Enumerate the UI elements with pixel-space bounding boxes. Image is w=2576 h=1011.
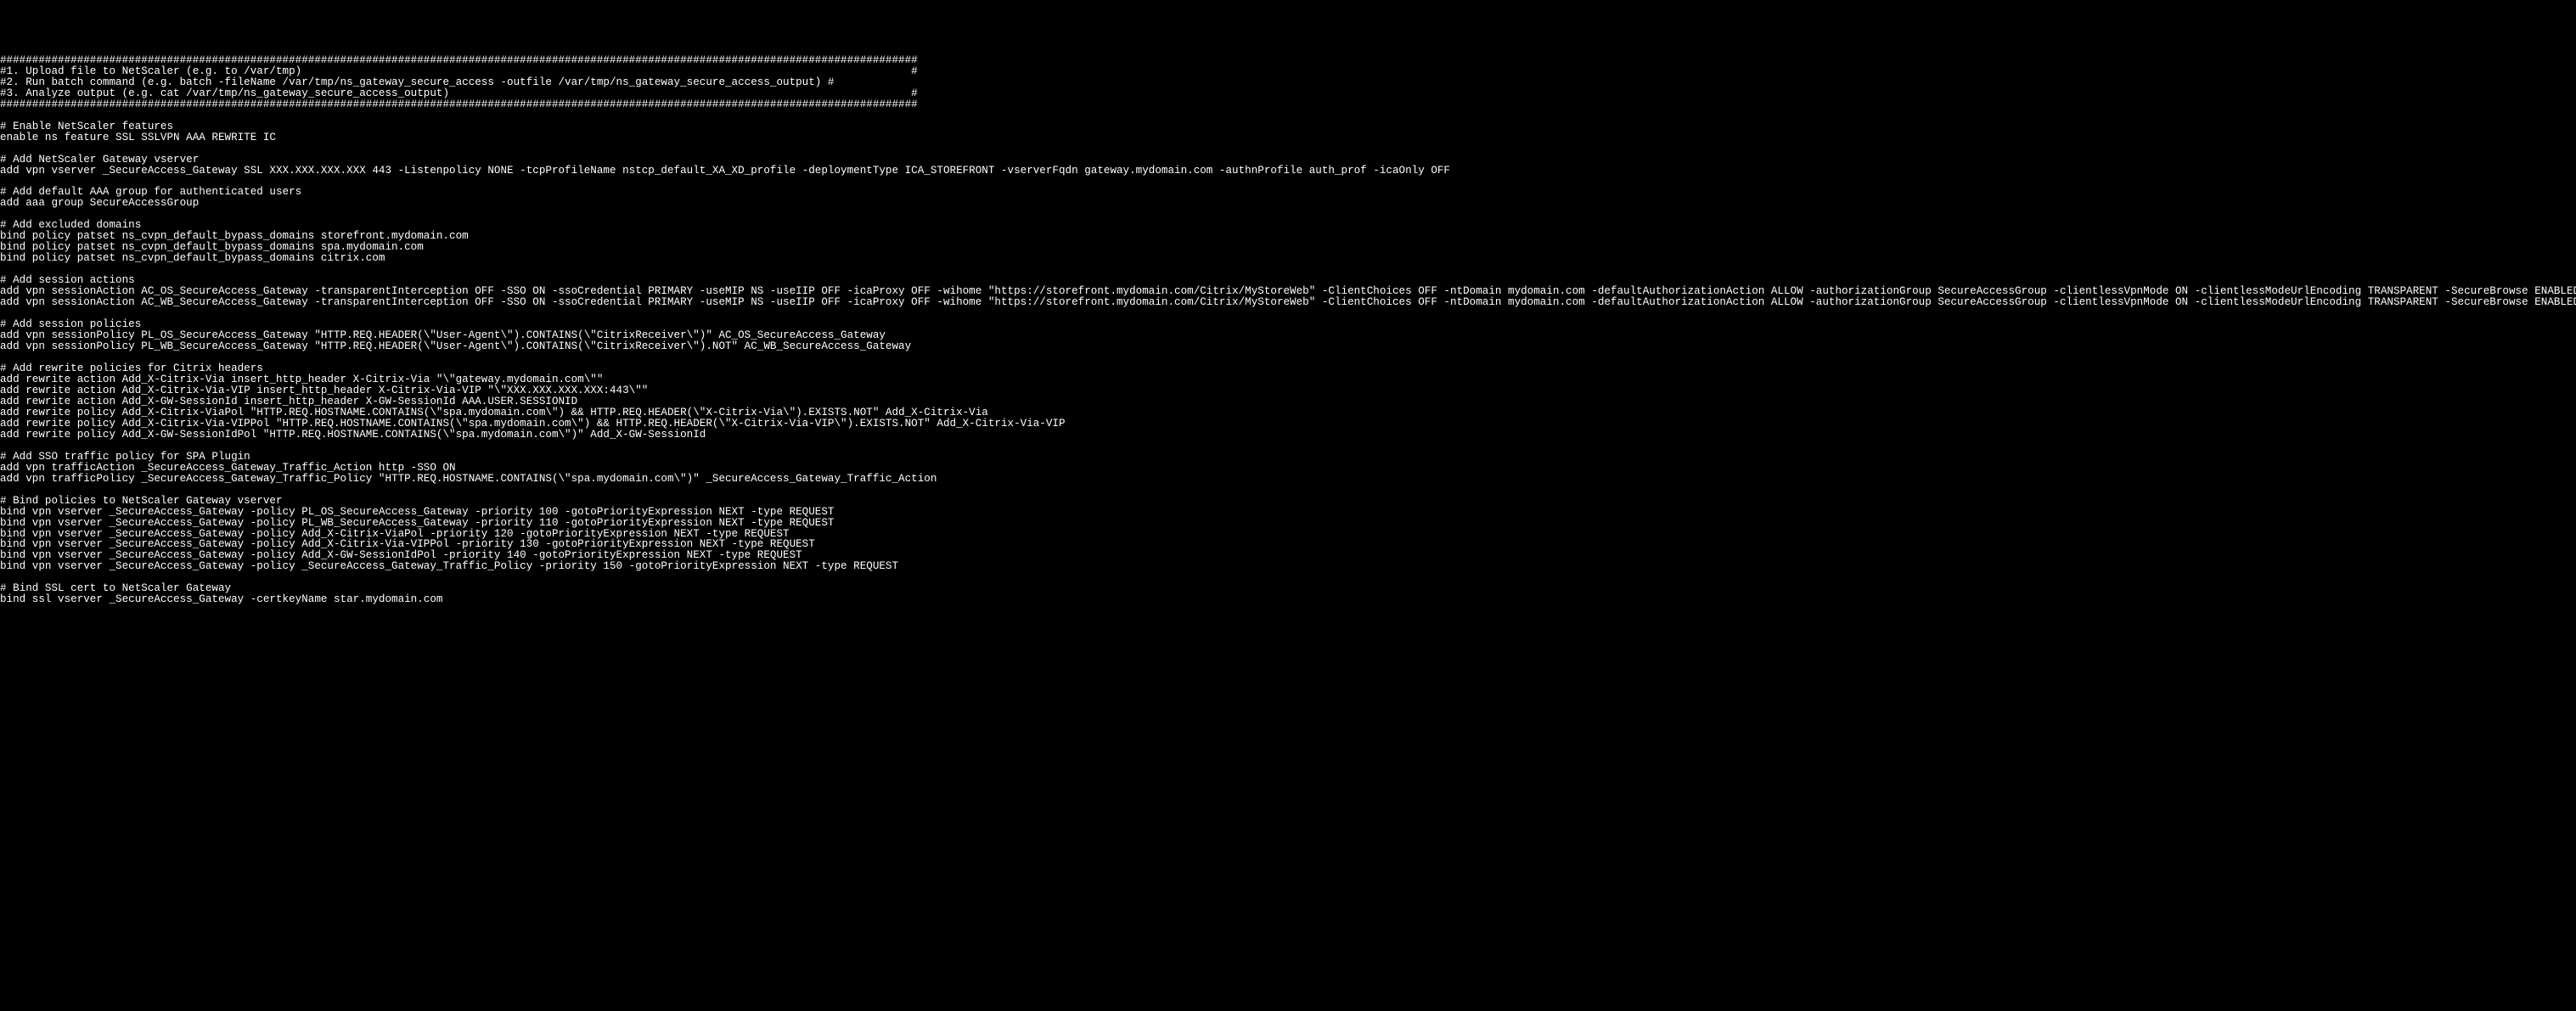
terminal-line: add vpn sessionAction AC_WB_SecureAccess… [0, 297, 2576, 308]
terminal-line [0, 352, 2576, 363]
terminal-line [0, 110, 2576, 121]
terminal-line: add rewrite policy Add_X-GW-SessionIdPol… [0, 430, 2576, 441]
terminal-line: # Enable NetScaler features [0, 121, 2576, 132]
terminal-line [0, 143, 2576, 154]
terminal-line: bind policy patset ns_cvpn_default_bypas… [0, 253, 2576, 264]
terminal-line: # Add default AAA group for authenticate… [0, 187, 2576, 198]
terminal-line [0, 308, 2576, 319]
terminal-line: add vpn trafficAction _SecureAccess_Gate… [0, 463, 2576, 474]
terminal-line: bind policy patset ns_cvpn_default_bypas… [0, 242, 2576, 253]
terminal-line: bind vpn vserver _SecureAccess_Gateway -… [0, 518, 2576, 529]
terminal-line: add rewrite policy Add_X-Citrix-Via-VIPP… [0, 418, 2576, 430]
terminal-line: #2. Run batch command (e.g. batch -fileN… [0, 77, 2576, 88]
terminal-line [0, 485, 2576, 496]
terminal-line: bind vpn vserver _SecureAccess_Gateway -… [0, 507, 2576, 518]
terminal-line: # Add SSO traffic policy for SPA Plugin [0, 452, 2576, 463]
terminal-line: add rewrite action Add_X-Citrix-Via-VIP … [0, 385, 2576, 396]
terminal-line [0, 177, 2576, 188]
terminal-line: add vpn vserver _SecureAccess_Gateway SS… [0, 166, 2576, 177]
terminal-line: enable ns feature SSL SSLVPN AAA REWRITE… [0, 132, 2576, 143]
terminal-line: bind vpn vserver _SecureAccess_Gateway -… [0, 561, 2576, 572]
terminal-line: # Add rewrite policies for Citrix header… [0, 363, 2576, 374]
terminal-line [0, 264, 2576, 275]
terminal-line [0, 209, 2576, 220]
terminal-line: bind ssl vserver _SecureAccess_Gateway -… [0, 594, 2576, 605]
terminal-output: ########################################… [0, 55, 2576, 605]
terminal-line: # Add NetScaler Gateway vserver [0, 154, 2576, 166]
terminal-line: ########################################… [0, 55, 2576, 66]
terminal-line: #3. Analyze output (e.g. cat /var/tmp/ns… [0, 88, 2576, 99]
terminal-line: add vpn trafficPolicy _SecureAccess_Gate… [0, 474, 2576, 485]
terminal-line: add vpn sessionPolicy PL_WB_SecureAccess… [0, 341, 2576, 352]
terminal-line: #1. Upload file to NetScaler (e.g. to /v… [0, 66, 2576, 77]
terminal-line [0, 572, 2576, 583]
terminal-line: add aaa group SecureAccessGroup [0, 198, 2576, 209]
terminal-line: add rewrite policy Add_X-Citrix-ViaPol "… [0, 407, 2576, 418]
terminal-line: add rewrite action Add_X-Citrix-Via inse… [0, 374, 2576, 385]
terminal-line: add rewrite action Add_X-GW-SessionId in… [0, 396, 2576, 407]
terminal-line: ########################################… [0, 99, 2576, 110]
terminal-line: # Bind policies to NetScaler Gateway vse… [0, 496, 2576, 507]
terminal-line [0, 441, 2576, 452]
